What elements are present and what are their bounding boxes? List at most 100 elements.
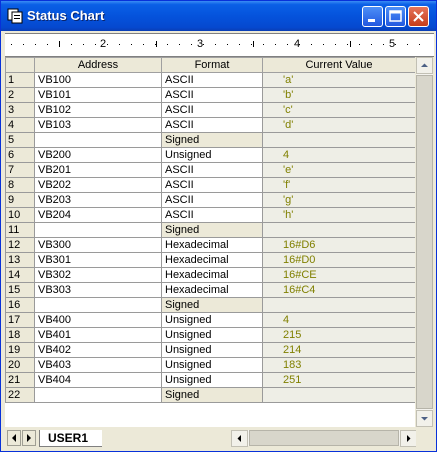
address-cell[interactable] [34,387,162,403]
format-cell[interactable]: ASCII [161,72,263,88]
current-value-cell[interactable]: 16#CE [262,267,415,283]
format-cell[interactable]: Unsigned [161,372,263,388]
row-number-cell[interactable]: 12 [5,237,35,253]
table-row[interactable]: 17 VB400 Unsigned 4 [5,312,415,328]
vertical-scroll-thumb[interactable] [416,75,433,409]
table-row[interactable]: 8 VB202 ASCII'f' [5,177,415,193]
current-value-cell[interactable]: 183 [262,357,415,373]
row-number-cell[interactable]: 7 [5,162,35,178]
scroll-right-button[interactable] [400,430,417,447]
current-value-cell[interactable]: 4 [262,147,415,163]
row-number-cell[interactable]: 5 [5,132,35,148]
current-value-cell[interactable]: 'c' [262,102,415,118]
table-row[interactable]: 11 Signed [5,222,415,238]
format-cell[interactable]: Unsigned [161,342,263,358]
table-row[interactable]: 9 VB203 ASCII'g' [5,192,415,208]
maximize-button[interactable] [385,6,406,27]
table-row[interactable]: 5 Signed [5,132,415,148]
table-row[interactable]: 12 VB300 Hexadecimal 16#D6 [5,237,415,253]
address-cell[interactable]: VB403 [34,357,162,373]
address-cell[interactable]: VB101 [34,87,162,103]
format-cell[interactable]: ASCII [161,87,263,103]
current-value-cell[interactable]: 'f' [262,177,415,193]
address-cell[interactable]: VB301 [34,252,162,268]
format-cell[interactable]: ASCII [161,207,263,223]
row-number-cell[interactable]: 16 [5,297,35,313]
current-value-cell[interactable]: 16#C4 [262,282,415,298]
table-row[interactable]: 10 VB204 ASCII'h' [5,207,415,223]
table-row[interactable]: 1 VB100 ASCII'a' [5,72,415,88]
row-number-cell[interactable]: 1 [5,72,35,88]
format-cell[interactable]: ASCII [161,102,263,118]
row-number-cell[interactable]: 4 [5,117,35,133]
format-cell[interactable]: Hexadecimal [161,237,263,253]
table-row[interactable]: 2 VB101 ASCII'b' [5,87,415,103]
address-cell[interactable] [34,222,162,238]
format-cell[interactable]: Signed [161,132,263,148]
address-cell[interactable]: VB203 [34,192,162,208]
table-row[interactable]: 15 VB303 Hexadecimal 16#C4 [5,282,415,298]
current-value-cell[interactable]: 'b' [262,87,415,103]
address-cell[interactable]: VB201 [34,162,162,178]
row-number-cell[interactable]: 2 [5,87,35,103]
format-cell[interactable]: Hexadecimal [161,282,263,298]
table-row[interactable]: 20 VB403 Unsigned 183 [5,357,415,373]
tab-user1[interactable]: USER1 [39,430,102,447]
format-cell[interactable]: Signed [161,387,263,403]
current-value-cell[interactable]: 'e' [262,162,415,178]
format-cell[interactable]: ASCII [161,162,263,178]
row-number-cell[interactable]: 20 [5,357,35,373]
title-bar[interactable]: Status Chart [1,1,436,31]
row-number-cell[interactable]: 22 [5,387,35,403]
format-cell[interactable]: Hexadecimal [161,252,263,268]
format-cell[interactable]: Signed [161,222,263,238]
address-cell[interactable] [34,297,162,313]
scroll-left-button[interactable] [231,430,248,447]
format-cell[interactable]: Unsigned [161,312,263,328]
row-number-cell[interactable]: 21 [5,372,35,388]
row-number-cell[interactable]: 14 [5,267,35,283]
current-value-column-header[interactable]: Current Value [262,57,415,73]
row-number-cell[interactable]: 15 [5,282,35,298]
row-number-cell[interactable]: 8 [5,177,35,193]
address-cell[interactable]: VB302 [34,267,162,283]
table-row[interactable]: 19 VB402 Unsigned 214 [5,342,415,358]
address-cell[interactable]: VB402 [34,342,162,358]
format-cell[interactable]: ASCII [161,177,263,193]
table-row[interactable]: 4 VB103 ASCII'd' [5,117,415,133]
address-cell[interactable] [34,132,162,148]
row-number-cell[interactable]: 3 [5,102,35,118]
current-value-cell[interactable] [262,387,415,403]
scroll-down-button[interactable] [416,410,433,427]
current-value-cell[interactable]: 'd' [262,117,415,133]
format-column-header[interactable]: Format [161,57,263,73]
current-value-cell[interactable] [262,132,415,148]
table-row[interactable]: 21 VB404 Unsigned 251 [5,372,415,388]
row-number-cell[interactable]: 10 [5,207,35,223]
table-row[interactable]: 6 VB200 Unsigned 4 [5,147,415,163]
current-value-cell[interactable]: 'g' [262,192,415,208]
table-row[interactable]: 22 Signed [5,387,415,403]
close-button[interactable] [408,6,429,27]
format-cell[interactable]: Unsigned [161,147,263,163]
address-cell[interactable]: VB204 [34,207,162,223]
current-value-cell[interactable]: 16#D0 [262,252,415,268]
current-value-cell[interactable]: 16#D6 [262,237,415,253]
format-cell[interactable]: Hexadecimal [161,267,263,283]
row-number-cell[interactable]: 11 [5,222,35,238]
minimize-button[interactable] [362,6,383,27]
address-column-header[interactable]: Address [34,57,162,73]
horizontal-scrollbar[interactable] [231,430,417,447]
table-row[interactable]: 18 VB401 Unsigned 215 [5,327,415,343]
table-row[interactable]: 14 VB302 Hexadecimal 16#CE [5,267,415,283]
current-value-cell[interactable] [262,222,415,238]
address-cell[interactable]: VB100 [34,72,162,88]
address-cell[interactable]: VB103 [34,117,162,133]
table-row[interactable]: 3 VB102 ASCII'c' [5,102,415,118]
current-value-cell[interactable]: 251 [262,372,415,388]
scroll-up-button[interactable] [416,57,433,74]
address-cell[interactable]: VB102 [34,102,162,118]
format-cell[interactable]: Unsigned [161,357,263,373]
row-number-cell[interactable]: 18 [5,327,35,343]
current-value-cell[interactable] [262,297,415,313]
